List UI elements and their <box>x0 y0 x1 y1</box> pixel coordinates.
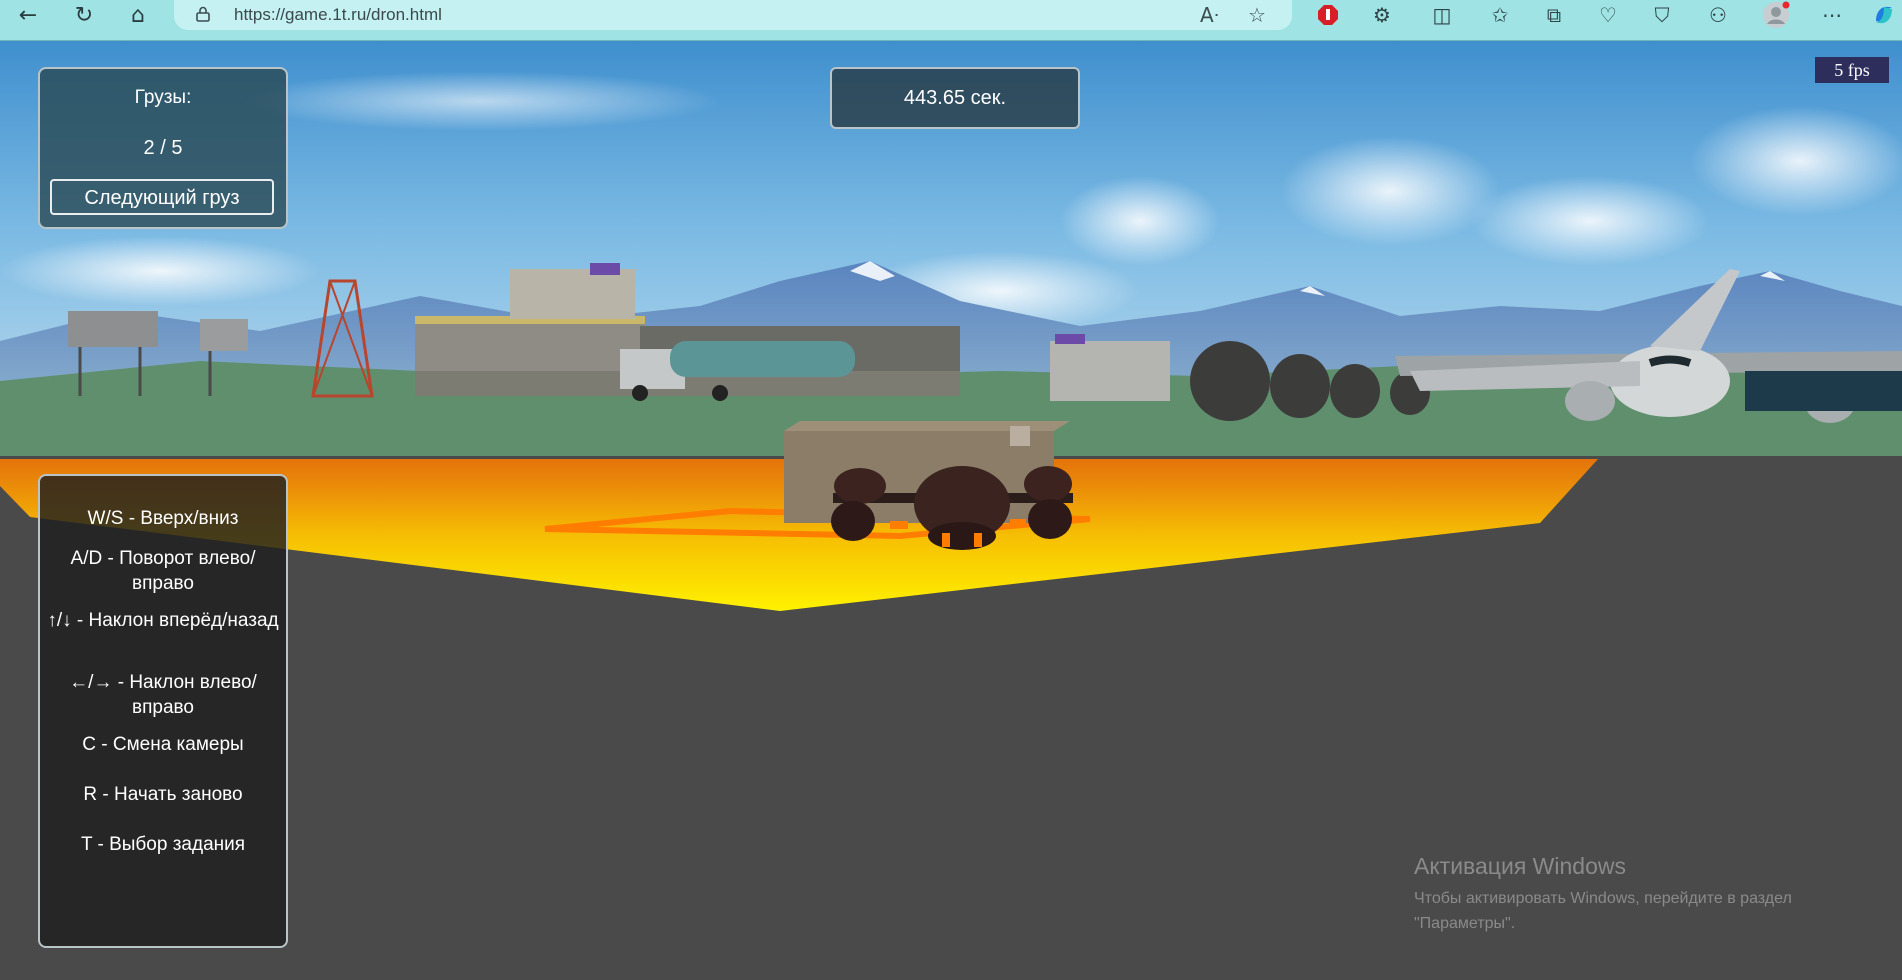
favorite-star-icon[interactable]: ☆ <box>1248 3 1266 27</box>
copilot-tools-icon[interactable]: ⚇ <box>1700 0 1736 30</box>
control-hint: C - Смена камеры <box>82 734 244 755</box>
game-viewport[interactable]: Грузы: 2 / 5 Следующий груз 443.65 сек. … <box>0 41 1902 980</box>
read-aloud-icon[interactable]: Aᐧ <box>1200 3 1219 27</box>
security-icon[interactable]: ⛉ <box>1644 0 1680 30</box>
controls-help-panel: W/S - Вверх/вниз A/D - Поворот влево/впр… <box>38 474 288 948</box>
control-hint: ↑/↓ - Наклон вперёд/назад <box>47 610 279 631</box>
next-cargo-button[interactable]: Следующий груз <box>50 179 274 215</box>
watermark-line1: Чтобы активировать Windows, перейдите в … <box>1414 890 1792 907</box>
copilot-icon[interactable] <box>1866 0 1902 30</box>
windows-activation-watermark: Активация Windows Чтобы активировать Win… <box>1414 853 1792 936</box>
control-hint: A/D - Поворот влево/вправо <box>70 548 256 594</box>
timer-display: 443.65 сек. <box>830 67 1080 129</box>
refresh-icon[interactable]: ↻ <box>66 0 102 30</box>
address-bar[interactable]: https://game.1t.ru/dron.html Aᐧ ☆ <box>174 0 1292 30</box>
more-menu-icon[interactable]: ⋯ <box>1814 0 1850 30</box>
cargo-panel: Грузы: 2 / 5 Следующий груз <box>38 67 288 229</box>
cargo-progress: 2 / 5 <box>143 137 183 159</box>
fps-counter: 5 fps <box>1815 57 1889 83</box>
extensions-icon[interactable]: ⚙ <box>1364 0 1400 30</box>
lock-icon <box>196 6 210 22</box>
home-icon[interactable]: ⌂ <box>120 0 156 30</box>
url-text[interactable]: https://game.1t.ru/dron.html <box>234 5 442 25</box>
browser-toolbar: ← ↻ ⌂ https://game.1t.ru/dron.html Aᐧ ☆ … <box>0 0 1902 41</box>
browser-essentials-icon[interactable]: ♡ <box>1590 0 1626 30</box>
adblock-icon[interactable] <box>1310 0 1346 30</box>
watermark-title: Активация Windows <box>1414 853 1626 879</box>
control-hint: ←/→ - Наклон влево/вправо <box>69 672 257 718</box>
split-screen-icon[interactable]: ◫ <box>1424 0 1460 30</box>
control-hint: R - Начать заново <box>83 784 243 805</box>
watermark-line2: "Параметры". <box>1414 915 1516 932</box>
favorites-icon[interactable]: ✩ <box>1482 0 1518 30</box>
profile-avatar[interactable] <box>1758 0 1794 30</box>
control-hint: W/S - Вверх/вниз <box>87 508 239 529</box>
cargo-title: Грузы: <box>134 87 192 108</box>
control-hint: T - Выбор задания <box>80 834 246 855</box>
collections-icon[interactable]: ⧉ <box>1536 0 1572 30</box>
back-icon[interactable]: ← <box>10 0 46 30</box>
